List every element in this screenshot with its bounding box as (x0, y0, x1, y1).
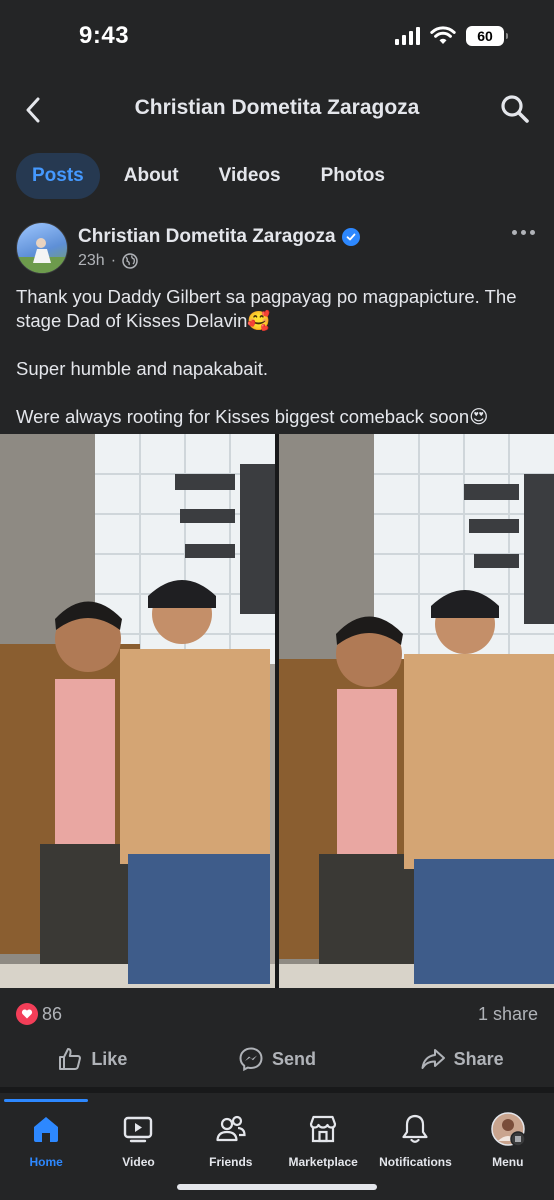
love-reaction-icon[interactable] (16, 1003, 38, 1025)
active-tab-indicator (4, 1099, 88, 1102)
tab-home[interactable]: Home (0, 1111, 92, 1169)
reaction-count[interactable]: 86 (42, 1004, 62, 1025)
tab-friends-label: Friends (209, 1155, 253, 1169)
verified-badge-icon (341, 228, 360, 246)
like-icon (59, 1048, 82, 1070)
page-title: Christian Dometita Zaragoza (134, 96, 420, 119)
post-header: Christian Dometita Zaragoza 23h · (16, 222, 538, 278)
share-button[interactable]: Share (369, 1036, 554, 1082)
reactions-row: 86 1 share (16, 1001, 538, 1027)
tab-about[interactable]: About (108, 153, 195, 199)
cellular-signal-icon (395, 27, 420, 45)
status-icons: 60 (395, 26, 508, 46)
share-icon (421, 1049, 445, 1069)
tab-menu-label: Menu (492, 1155, 524, 1169)
friends-icon (213, 1111, 249, 1147)
meta-separator: · (110, 252, 117, 269)
author-avatar[interactable] (16, 222, 68, 274)
bell-icon (397, 1111, 433, 1147)
wifi-icon (430, 26, 456, 44)
globe-icon (122, 253, 138, 269)
post-photo-right[interactable] (279, 434, 554, 988)
share-count[interactable]: 1 share (478, 1004, 538, 1025)
status-bar: 9:43 60 (0, 0, 554, 72)
marketplace-icon (305, 1111, 341, 1147)
home-indicator (177, 1184, 377, 1190)
post-time[interactable]: 23h (78, 252, 105, 270)
post-paragraph: Thank you Daddy Gilbert sa pagpayag po m… (16, 286, 517, 331)
tab-menu[interactable]: Menu (462, 1111, 554, 1169)
status-time: 9:43 (79, 22, 130, 49)
post-photos (0, 434, 554, 988)
post-paragraph: Super humble and napakabait. (16, 358, 268, 379)
send-label: Send (272, 1048, 317, 1069)
like-label: Like (91, 1048, 128, 1069)
search-icon[interactable] (498, 92, 532, 126)
profile-tabs: Posts About Videos Photos (16, 153, 401, 199)
post-paragraph: Were always rooting for Kisses biggest c… (16, 406, 489, 427)
post-photo-left[interactable] (0, 434, 275, 988)
send-button[interactable]: Send (185, 1036, 370, 1082)
tab-videos[interactable]: Videos (203, 153, 297, 199)
tab-home-label: Home (29, 1155, 63, 1169)
more-options-icon[interactable] (512, 230, 536, 238)
messenger-icon (239, 1047, 263, 1072)
post-actions: Like Send Share (0, 1036, 554, 1082)
tab-marketplace-label: Marketplace (288, 1155, 358, 1169)
post-text: Thank you Daddy Gilbert sa pagpayag po m… (16, 285, 538, 429)
share-label: Share (453, 1048, 504, 1069)
post-meta: 23h · (78, 252, 138, 270)
tab-notifications[interactable]: Notifications (369, 1111, 461, 1169)
bottom-tab-bar: Home Video Friends Marketplace Notificat… (0, 1093, 554, 1200)
tab-posts[interactable]: Posts (16, 153, 100, 199)
tab-video[interactable]: Video (92, 1111, 184, 1169)
tab-video-label: Video (122, 1155, 155, 1169)
post-author[interactable]: Christian Dometita Zaragoza (78, 226, 360, 248)
tab-photos[interactable]: Photos (305, 153, 401, 199)
nav-header: Christian Dometita Zaragoza (0, 82, 554, 138)
tab-marketplace[interactable]: Marketplace (277, 1111, 369, 1169)
like-button[interactable]: Like (0, 1036, 185, 1082)
video-icon (120, 1111, 156, 1147)
home-icon (28, 1111, 64, 1147)
tab-notifications-label: Notifications (379, 1155, 452, 1169)
tab-friends[interactable]: Friends (185, 1111, 277, 1169)
post-author-name[interactable]: Christian Dometita Zaragoza (78, 226, 336, 248)
battery-icon: 60 (466, 26, 508, 46)
menu-avatar (490, 1111, 526, 1147)
